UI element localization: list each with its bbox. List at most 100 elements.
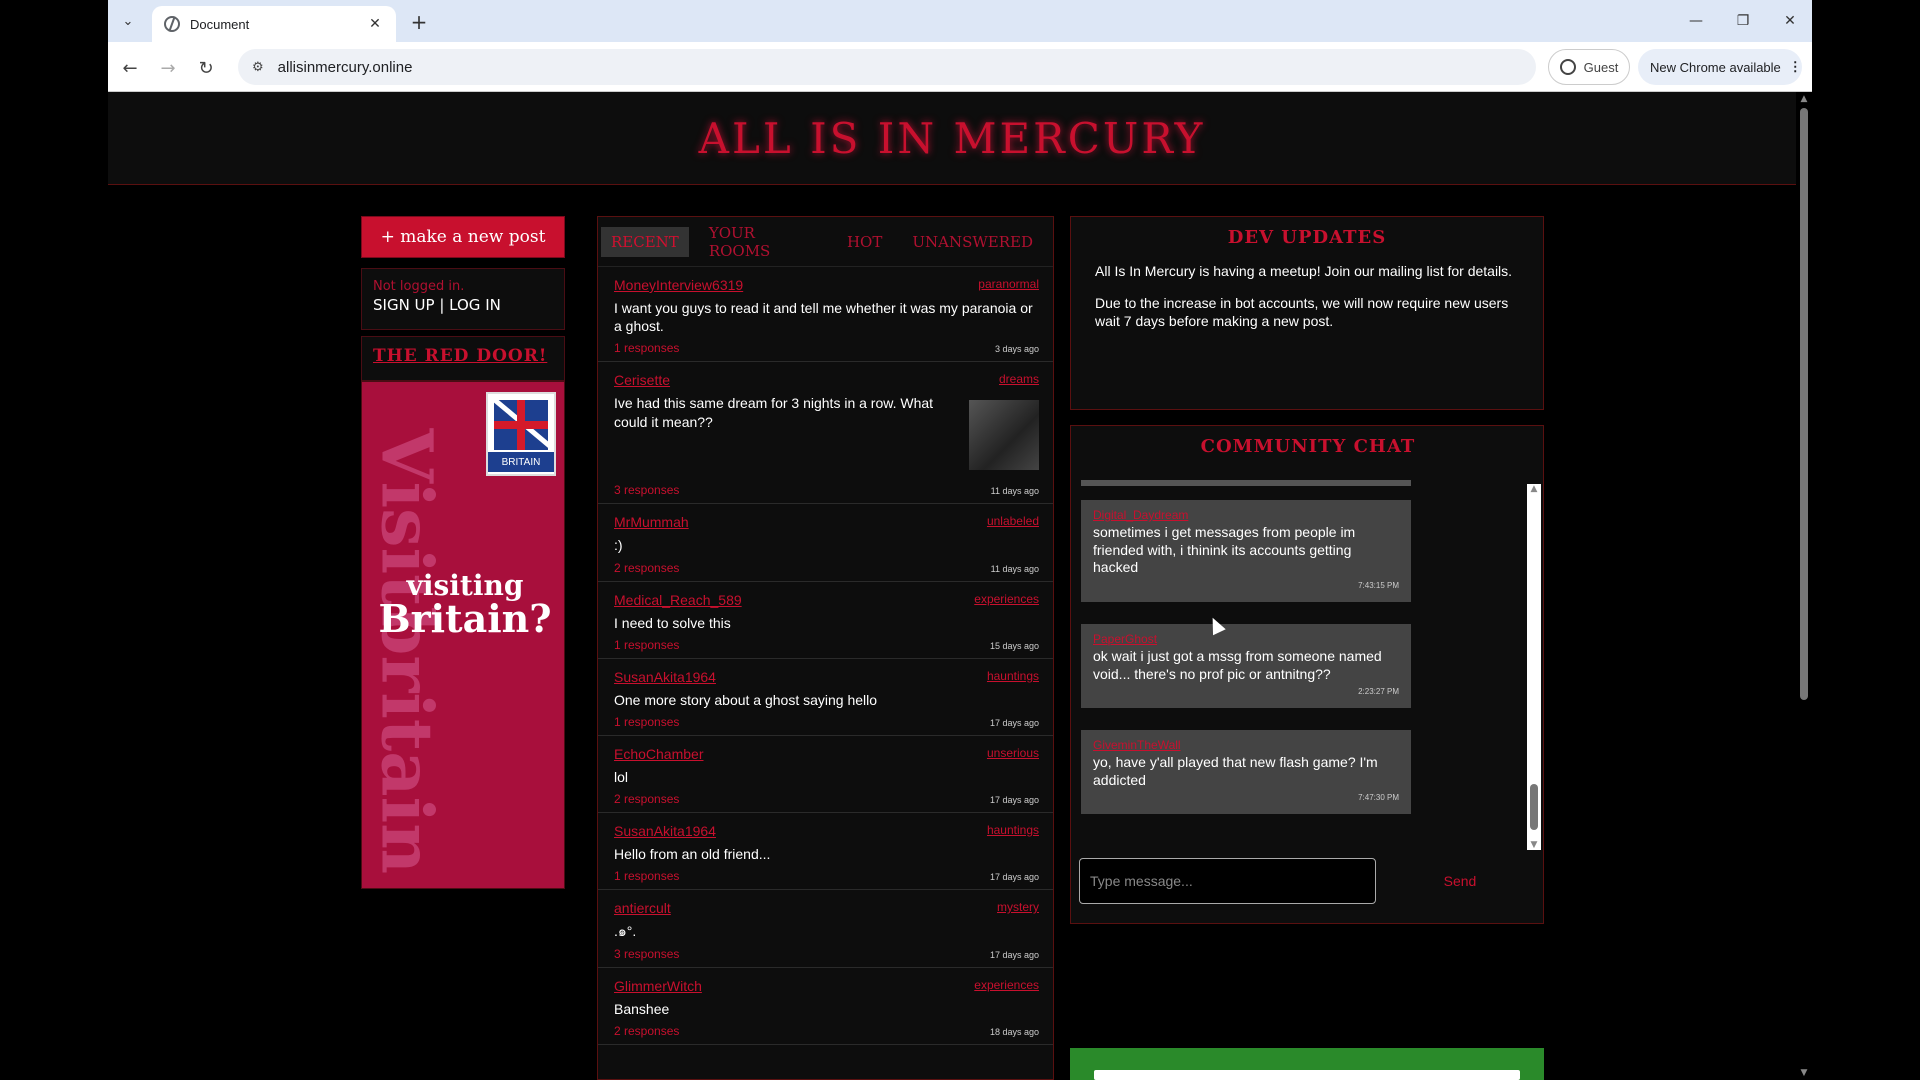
feed-post[interactable]: MoneyInterview6319 paranormal I want you g…: [598, 267, 1053, 363]
post-author[interactable]: EchoChamber: [614, 746, 1039, 762]
site-info-icon[interactable]: ⚙: [252, 60, 264, 75]
chat-message: Digital_Daydream sometimes i get message…: [1081, 500, 1411, 602]
post-footer: 3 responses 11 days ago: [614, 483, 1039, 497]
post-author[interactable]: antiercult: [614, 900, 1039, 916]
restore-icon[interactable]: ❐: [1728, 8, 1758, 34]
feed-post[interactable]: Cerisette dreams Ive had this same dream f…: [598, 362, 1053, 505]
post-room[interactable]: dreams: [999, 372, 1039, 386]
globe-icon: [164, 16, 180, 32]
chat-title: COMMUNITY CHAT: [1200, 436, 1416, 457]
feed-post[interactable]: SusanAkita1964 hauntings Hello from an old…: [598, 813, 1053, 891]
chrome-update-button[interactable]: New Chrome available ⋮: [1638, 49, 1802, 85]
feed-post[interactable]: antiercult mystery .๑°. 3 responses 17 days …: [598, 890, 1053, 968]
chat-scrollbar[interactable]: ▲ ▼: [1527, 484, 1541, 850]
chat-user[interactable]: PaperGhost: [1093, 632, 1399, 646]
post-room[interactable]: unlabeled: [987, 514, 1039, 528]
ad-headline: visiting Britain?: [370, 572, 560, 638]
signup-login-link[interactable]: SIGN UP | LOG IN: [373, 296, 553, 314]
new-tab-icon[interactable]: +: [406, 9, 432, 35]
chat-message: PaperGhost ok wait i just got a mssg fro…: [1081, 624, 1411, 708]
url-text: allisinmercury.online: [277, 58, 413, 76]
post-room[interactable]: experiences: [974, 592, 1039, 606]
post-responses[interactable]: 1 responses: [614, 715, 679, 729]
chat-text: sometimes i get messages from people im …: [1093, 524, 1356, 575]
scroll-down-icon[interactable]: ▼: [1799, 1068, 1809, 1078]
post-footer: 2 responses 11 days ago: [614, 561, 1039, 575]
post-list: MoneyInterview6319 paranormal I want you g…: [598, 267, 1053, 1045]
post-room[interactable]: experiences: [974, 978, 1039, 992]
post-responses[interactable]: 2 responses: [614, 1024, 679, 1038]
post-body: Banshee: [614, 1000, 670, 1017]
post-responses[interactable]: 1 responses: [614, 638, 679, 652]
post-responses[interactable]: 3 responses: [614, 483, 679, 497]
chat-user[interactable]: Digital_Daydream: [1093, 508, 1399, 522]
chat-send-button[interactable]: Send: [1405, 858, 1515, 904]
chat-messages[interactable]: Digital_Daydream sometimes i get message…: [1081, 476, 1521, 842]
tab-your-rooms[interactable]: YOUR ROOMS: [699, 218, 827, 266]
tab-unanswered[interactable]: UNANSWERED: [902, 227, 1043, 257]
feed-post[interactable]: SusanAkita1964 hauntings One more story ab…: [598, 659, 1053, 736]
post-author[interactable]: Cerisette: [614, 372, 1039, 388]
post-feed: RECENT YOUR ROOMS HOT UNANSWERED MoneyIn…: [597, 216, 1054, 1080]
post-footer: 1 responses 3 days ago: [614, 341, 1039, 355]
feed-post[interactable]: GlimmerWitch experiences Banshee 2 response…: [598, 968, 1053, 1045]
post-room[interactable]: hauntings: [987, 823, 1039, 837]
address-bar[interactable]: ⚙ allisinmercury.online: [238, 49, 1536, 85]
post-room[interactable]: hauntings: [987, 669, 1039, 683]
visit-britain-ad[interactable]: Visitbritain BRITAIN visiting Britain?: [361, 381, 565, 889]
post-author[interactable]: MrMummah: [614, 514, 1039, 530]
scroll-down-icon[interactable]: ▼: [1529, 840, 1539, 850]
tab-search-icon[interactable]: ⌄: [114, 8, 142, 34]
post-author[interactable]: SusanAkita1964: [614, 823, 1039, 839]
red-door-link[interactable]: THE RED DOOR!: [373, 346, 547, 366]
new-post-button[interactable]: + make a new post: [361, 216, 565, 258]
back-icon[interactable]: ←: [116, 54, 144, 82]
feed-post[interactable]: MrMummah unlabeled:) 2 responses 11 days ag…: [598, 504, 1053, 582]
chat-scroll-thumb[interactable]: [1530, 784, 1538, 830]
post-age: 15 days ago: [989, 640, 1039, 651]
post-footer: 1 responses 17 days ago: [614, 869, 1039, 883]
browser-window: ⌄ Document ✕ + — ❐ ✕ ← → ↻ ⚙ allisinmerc…: [108, 0, 1812, 1080]
post-room[interactable]: paranormal: [978, 277, 1039, 291]
post-footer: 1 responses 17 days ago: [614, 715, 1039, 729]
tab-hot[interactable]: HOT: [837, 227, 892, 257]
post-room[interactable]: mystery: [997, 900, 1039, 914]
post-footer: 2 responses 17 days ago: [614, 792, 1039, 806]
post-responses[interactable]: 1 responses: [614, 869, 679, 883]
green-widget: [1070, 1048, 1544, 1080]
post-author[interactable]: SusanAkita1964: [614, 669, 1039, 685]
chat-time: 7:43:15 PM: [1358, 580, 1399, 590]
window-close-icon[interactable]: ✕: [1775, 8, 1805, 34]
scroll-up-icon[interactable]: ▲: [1799, 94, 1809, 104]
post-thumbnail[interactable]: [969, 400, 1039, 471]
green-widget-field[interactable]: [1094, 1070, 1520, 1080]
feed-tabs: RECENT YOUR ROOMS HOT UNANSWERED: [598, 217, 1053, 267]
forward-icon[interactable]: →: [154, 54, 182, 82]
scroll-up-icon[interactable]: ▲: [1529, 484, 1539, 494]
post-responses[interactable]: 1 responses: [614, 341, 679, 355]
tab-document[interactable]: Document ✕: [152, 6, 396, 42]
post-responses[interactable]: 3 responses: [614, 947, 679, 961]
guest-profile-button[interactable]: Guest: [1548, 49, 1630, 85]
minimize-icon[interactable]: —: [1681, 8, 1711, 34]
tab-recent[interactable]: RECENT: [601, 226, 689, 257]
feed-post[interactable]: EchoChamber unserious lol 2 responses 17 day…: [598, 736, 1053, 814]
post-room[interactable]: unserious: [987, 746, 1039, 760]
post-body: One more story about a ghost saying hell…: [614, 691, 878, 708]
page-scrollbar[interactable]: ▲ ▼: [1796, 92, 1812, 1080]
post-footer: 1 responses 15 days ago: [614, 638, 1039, 652]
chat-user[interactable]: GiveminTheWall: [1093, 738, 1399, 752]
site-title: ALL IS IN MERCURY: [698, 113, 1206, 163]
close-icon[interactable]: ✕: [366, 16, 384, 32]
chat-message-input[interactable]: [1079, 858, 1376, 904]
profile-icon: [1559, 59, 1576, 75]
post-body: I want you guys to read it and tell me w…: [614, 300, 1033, 335]
reload-icon[interactable]: ↻: [192, 54, 220, 82]
feed-post[interactable]: Medical_Reach_589 experiences I need to so…: [598, 582, 1053, 659]
post-responses[interactable]: 2 responses: [614, 561, 679, 575]
guest-label: Guest: [1583, 59, 1619, 75]
page-scroll-thumb[interactable]: [1800, 108, 1808, 700]
dev-updates-panel: DEV UPDATES All Is In Mercury is having …: [1070, 216, 1544, 410]
post-responses[interactable]: 2 responses: [614, 792, 679, 806]
post-author[interactable]: MoneyInterview6319: [614, 277, 1039, 293]
